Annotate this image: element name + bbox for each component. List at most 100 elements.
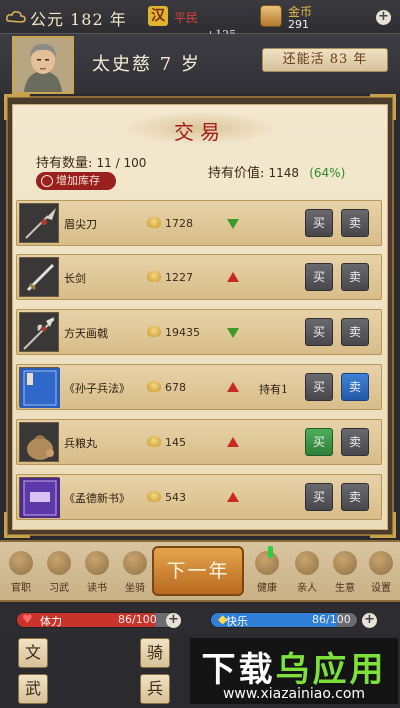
gold-ingot-icon [147,271,161,282]
nav-item-business[interactable]: 生意 [328,547,362,597]
watermark-url: www.xiazainiao.com [222,686,366,702]
life-remaining-badge: 还能活 83 年 [262,48,388,72]
hold-value-percent: (64%) [309,166,346,180]
hold-count-label: 持有数量: [36,156,93,171]
cloud-icon [6,11,26,23]
buy-button[interactable]: 买 [305,263,333,291]
watermark-title-part1: 下载 [201,650,276,690]
item-name: 方天画戟 [64,327,108,340]
item-name: 兵粮丸 [64,437,97,450]
skill-qi-button[interactable]: 骑 [140,638,170,668]
price-down-icon [227,219,239,229]
hold-value-number: 1148 [268,166,300,180]
trade-item-row: 《孟德新书》 543 买卖 [16,474,382,520]
buy-button[interactable]: 买 [305,428,333,456]
nav-item-study[interactable]: 读书 [80,547,114,597]
purple-book-icon [19,477,60,518]
item-price: 543 [165,491,186,504]
item-name: 眉尖刀 [64,218,97,231]
sell-button[interactable]: 卖 [341,373,369,401]
business-icon [333,551,357,575]
exclamation-icon [268,546,273,558]
happiness-value: 86/100 [312,613,351,626]
item-price: 19435 [165,326,200,339]
stamina-value: 86/100 [118,613,157,626]
item-name: 长剑 [64,272,86,285]
health-icon [255,551,279,575]
price-up-icon [227,272,239,282]
add-stock-label: 增加库存 [56,174,100,187]
nav-item-mount[interactable]: 坐骑 [118,547,152,597]
trade-item-row: 眉尖刀 1728 买卖 [16,200,382,246]
add-happiness-button[interactable]: + [362,613,377,628]
trade-item-row: 方天画戟 19435 买卖 [16,309,382,355]
nav-item-label: 健康 [257,583,277,594]
study-icon [85,551,109,575]
coin-chest-icon [260,5,282,27]
nav-item-label: 亲人 [297,583,317,594]
panel-title: 交易 [174,120,226,144]
sword-icon [19,257,59,297]
book-icon [19,367,60,408]
nav-item-health[interactable]: 健康 [250,547,284,597]
nav-item-label: 读书 [87,583,107,594]
gold-ingot-icon [147,381,161,392]
hold-value-label: 持有价值: [208,166,265,181]
nav-item-official[interactable]: 官职 [4,547,38,597]
sell-button[interactable]: 卖 [341,483,369,511]
skill-wu-button[interactable]: 武 [18,674,48,704]
hold-count: 持有数量: 11 / 100 [36,152,146,171]
buy-button[interactable]: 买 [305,209,333,237]
official-icon [9,551,33,575]
skill-wen-button[interactable]: 文 [18,638,48,668]
caste-label: 平民 [174,11,199,25]
buy-button[interactable]: 买 [305,373,333,401]
watermark-title-part2: 乌应用 [275,650,387,690]
gold-ingot-icon [147,326,161,337]
settings-icon [369,551,393,575]
hold-count-value: 11 / 100 [96,156,147,170]
pouch-icon [19,422,59,462]
sell-button[interactable]: 卖 [341,263,369,291]
add-stamina-button[interactable]: + [166,613,181,628]
gold-ingot-icon [147,217,161,228]
nav-item-martial[interactable]: 习武 [42,547,76,597]
price-down-icon [227,328,239,338]
happiness-label: 快乐 [226,615,248,628]
sell-button[interactable]: 卖 [341,318,369,346]
nav-item-label: 生意 [335,583,355,594]
price-up-icon [227,382,239,392]
trade-item-row: 《孙子兵法》 678 持有1 买卖 [16,364,382,410]
glaive-icon [19,203,59,243]
gold-ingot-icon [147,491,161,502]
avatar[interactable] [12,36,74,94]
martial-icon [47,551,71,575]
buy-button[interactable]: 买 [305,483,333,511]
character-name: 太史慈 7 岁 [92,54,201,75]
add-coins-button[interactable]: + [376,10,391,25]
hold-value: 持有价值: 1148 (64%) [208,162,345,181]
sell-button[interactable]: 卖 [341,428,369,456]
add-circle-icon [41,175,53,187]
nav-item-family[interactable]: 亲人 [290,547,324,597]
heart-icon: ♥ [22,612,33,626]
next-year-button[interactable]: 下一年 [152,546,244,596]
item-name: 《孙子兵法》 [64,382,130,395]
coin-value: 291 [288,18,309,31]
item-price: 1227 [165,271,193,284]
nav-item-label: 设置 [371,583,391,594]
nav-item-label: 习武 [49,583,69,594]
gold-ingot-icon [147,436,161,447]
price-up-icon [227,437,239,447]
era-year: 公元 182 年 [30,10,127,29]
sell-button[interactable]: 卖 [341,209,369,237]
family-icon [295,551,319,575]
nav-item-settings[interactable]: 设置 [364,547,398,597]
item-price: 145 [165,436,186,449]
buy-button[interactable]: 买 [305,318,333,346]
price-up-icon [227,492,239,502]
trade-item-row: 兵粮丸 145 买卖 [16,419,382,465]
add-stock-button[interactable]: 增加库存 [36,172,116,190]
skill-bing-button[interactable]: 兵 [140,674,170,704]
mount-icon [123,551,147,575]
